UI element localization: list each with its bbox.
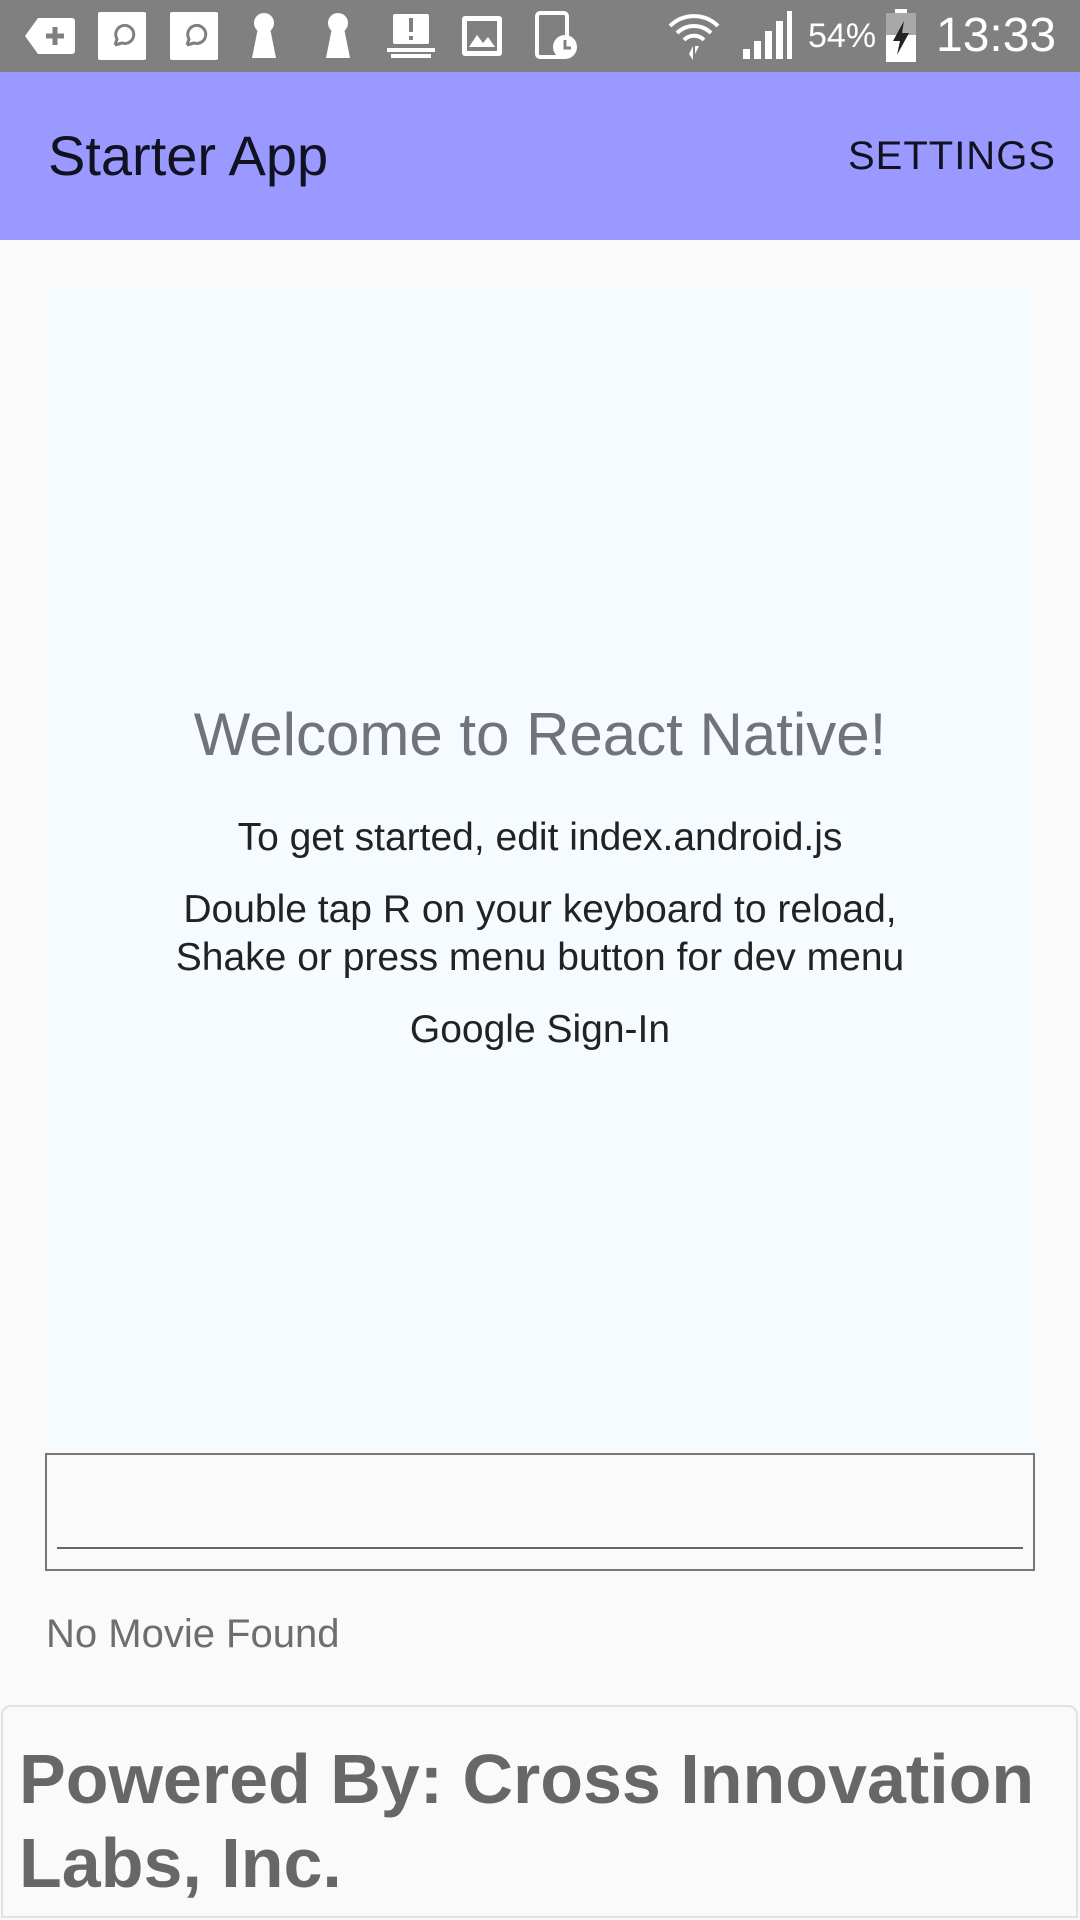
welcome-title: Welcome to React Native!: [193, 701, 887, 768]
wifi-icon: [666, 12, 722, 60]
chat-icon: [168, 12, 220, 60]
google-signin-button[interactable]: Google Sign-In: [46, 1005, 1034, 1054]
timer-device-icon: [534, 11, 580, 60]
footer-credit: Powered By: Cross Innovation Labs, Inc.: [19, 1740, 1035, 1902]
instruction-reload: Double tap R on your keyboard to reload,: [183, 888, 897, 931]
chat-icon: [96, 12, 148, 60]
footer: Powered By: Cross Innovation Labs, Inc.: [1, 1705, 1078, 1918]
clock: 13:33: [936, 9, 1057, 62]
results-status: No Movie Found: [46, 1612, 340, 1656]
image-icon: [460, 12, 504, 60]
search-box: [45, 1453, 1035, 1571]
add-box-icon: [22, 12, 78, 60]
instruction-edit: To get started, edit index.android.js: [237, 816, 843, 859]
app-title: Starter App: [48, 124, 329, 187]
welcome-panel: Welcome to React Native! To get started,…: [46, 286, 1034, 1450]
battery-charging-icon: [884, 9, 918, 62]
keyhole-icon: [320, 12, 356, 60]
settings-button[interactable]: SETTINGS: [848, 72, 1056, 240]
battery-percent: 54%: [808, 17, 877, 55]
signal-icon: [740, 11, 794, 60]
app-bar: Starter App SETTINGS: [0, 72, 1080, 240]
search-input[interactable]: [57, 1469, 1023, 1549]
status-bar: 54% 13:33: [0, 0, 1080, 72]
alert-tray-icon: [386, 12, 436, 60]
keyhole-icon: [246, 12, 282, 60]
instruction-dev-menu: Shake or press menu button for dev menu: [175, 936, 905, 979]
